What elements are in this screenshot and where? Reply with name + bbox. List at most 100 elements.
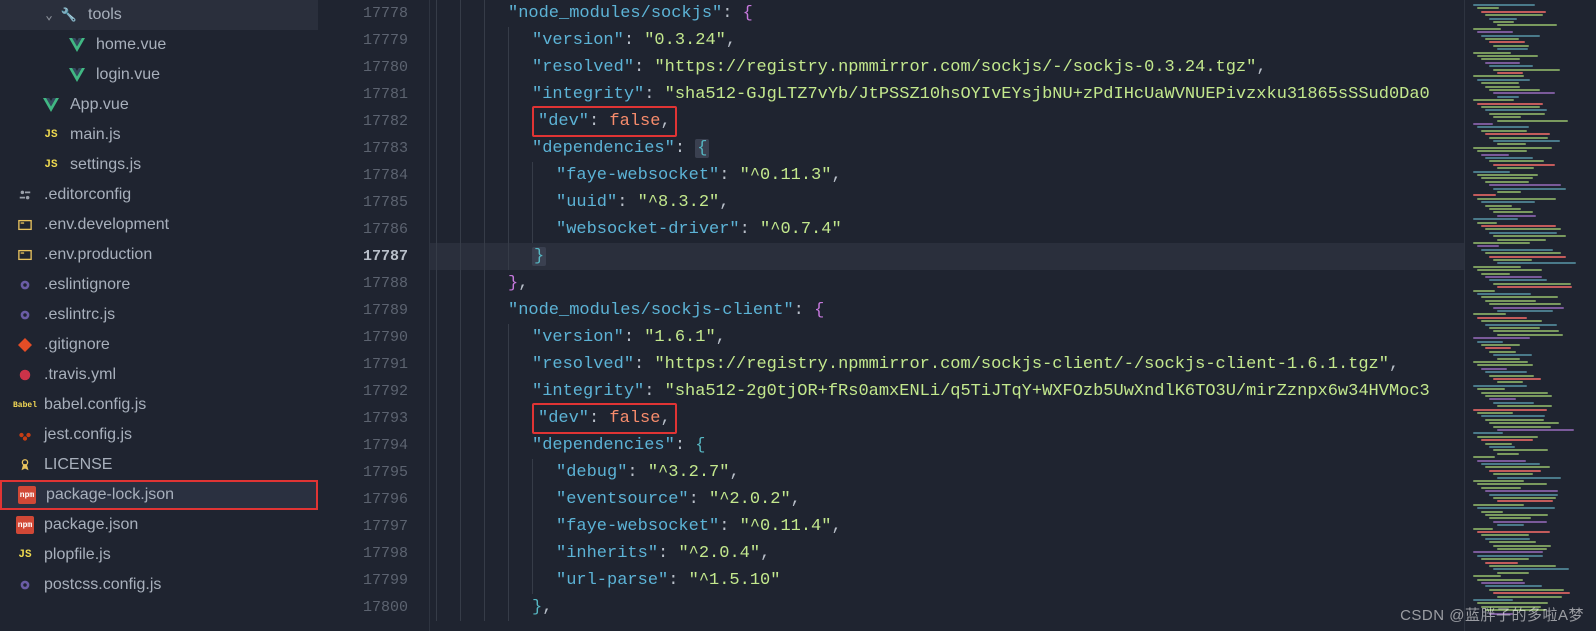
minimap-line xyxy=(1473,28,1501,30)
code-line[interactable]: "integrity": "sha512-2g0tjOR+fRs0amxENLi… xyxy=(430,378,1464,405)
file-tree-item-jest-config-js[interactable]: jest.config.js xyxy=(0,420,318,450)
minimap[interactable] xyxy=(1464,0,1596,631)
line-number[interactable]: 17787 xyxy=(318,243,408,270)
file-tree-item-home-vue[interactable]: home.vue xyxy=(0,30,318,60)
code-line[interactable]: "eventsource": "^2.0.2", xyxy=(430,486,1464,513)
minimap-line xyxy=(1489,446,1515,448)
line-number[interactable]: 17796 xyxy=(318,486,408,513)
file-tree-item-package-lock-json[interactable]: npmpackage-lock.json xyxy=(0,480,318,510)
code-line[interactable]: "dev": false, xyxy=(430,108,1464,135)
file-tree-item--gitignore[interactable]: .gitignore xyxy=(0,330,318,360)
code-line[interactable]: "dev": false, xyxy=(430,405,1464,432)
file-tree-item-tools[interactable]: ⌄🔧tools xyxy=(0,0,318,30)
file-tree-item-package-json[interactable]: npmpackage.json xyxy=(0,510,318,540)
line-number[interactable]: 17799 xyxy=(318,567,408,594)
minimap-line xyxy=(1497,381,1523,383)
code-line[interactable]: "node_modules/sockjs": { xyxy=(430,0,1464,27)
line-number[interactable]: 17781 xyxy=(318,81,408,108)
code-line[interactable]: "debug": "^3.2.7", xyxy=(430,459,1464,486)
file-tree-item--editorconfig[interactable]: .editorconfig xyxy=(0,180,318,210)
file-tree-item--env-production[interactable]: .env.production xyxy=(0,240,318,270)
line-number[interactable]: 17793 xyxy=(318,405,408,432)
file-explorer-sidebar[interactable]: ⌄🔧toolshome.vuelogin.vue App.vue JSmain.js… xyxy=(0,0,318,631)
line-number[interactable]: 17798 xyxy=(318,540,408,567)
file-tree-item-plopfile-js[interactable]: JS plopfile.js xyxy=(0,540,318,570)
line-number[interactable]: 17788 xyxy=(318,270,408,297)
minimap-line xyxy=(1485,181,1529,183)
file-tree-item-main-js[interactable]: JSmain.js xyxy=(0,120,318,150)
code-line[interactable]: }, xyxy=(430,594,1464,621)
code-line[interactable]: "dependencies": { xyxy=(430,432,1464,459)
minimap-line xyxy=(1493,92,1555,94)
line-number[interactable]: 17800 xyxy=(318,594,408,621)
minimap-line xyxy=(1489,494,1558,496)
code-line[interactable]: "faye-websocket": "^0.11.3", xyxy=(430,162,1464,189)
file-tree-item-settings-js[interactable]: JSsettings.js xyxy=(0,150,318,180)
minimap-line xyxy=(1497,24,1557,26)
line-number[interactable]: 17794 xyxy=(318,432,408,459)
highlight-box: "dev": false, xyxy=(532,106,677,137)
file-tree-item--env-development[interactable]: .env.development xyxy=(0,210,318,240)
line-number[interactable]: 17792 xyxy=(318,378,408,405)
minimap-line xyxy=(1489,541,1536,543)
minimap-line xyxy=(1497,453,1519,455)
code-line[interactable]: "version": "0.3.24", xyxy=(430,27,1464,54)
minimap-line xyxy=(1477,412,1513,414)
line-number[interactable]: 17784 xyxy=(318,162,408,189)
cfg-icon xyxy=(16,186,34,204)
file-tree-item--eslintrc-js[interactable]: .eslintrc.js xyxy=(0,300,318,330)
line-number[interactable]: 17779 xyxy=(318,27,408,54)
file-tree-item-babel-config-js[interactable]: Babelbabel.config.js xyxy=(0,390,318,420)
minimap-line xyxy=(1481,201,1535,203)
code-line[interactable]: "faye-websocket": "^0.11.4", xyxy=(430,513,1464,540)
line-number[interactable]: 17785 xyxy=(318,189,408,216)
line-number[interactable]: 17789 xyxy=(318,297,408,324)
minimap-line xyxy=(1489,422,1559,424)
gear-icon xyxy=(16,306,34,324)
minimap-line xyxy=(1489,398,1516,400)
code-line[interactable]: "inherits": "^2.0.4", xyxy=(430,540,1464,567)
minimap-line xyxy=(1477,317,1527,319)
watermark: CSDN @蓝胖子的多啦A梦 xyxy=(1400,604,1584,625)
line-number[interactable]: 17795 xyxy=(318,459,408,486)
code-editor[interactable]: "node_modules/sockjs": {"version": "0.3.… xyxy=(430,0,1464,631)
file-label: App.vue xyxy=(70,96,129,114)
file-tree-item-app-vue[interactable]: App.vue xyxy=(0,90,318,120)
file-tree-item-license[interactable]: LICENSE xyxy=(0,450,318,480)
line-number[interactable]: 17791 xyxy=(318,351,408,378)
code-line[interactable]: "node_modules/sockjs-client": { xyxy=(430,297,1464,324)
code-line[interactable]: "uuid": "^8.3.2", xyxy=(430,189,1464,216)
line-number[interactable]: 17782 xyxy=(318,108,408,135)
code-line[interactable]: }, xyxy=(430,270,1464,297)
minimap-line xyxy=(1493,21,1514,23)
code-line[interactable]: "integrity": "sha512-GJgLTZ7vYb/JtPSSZ10… xyxy=(430,81,1464,108)
line-number[interactable]: 17778 xyxy=(318,0,408,27)
minimap-line xyxy=(1497,215,1536,217)
minimap-line xyxy=(1477,436,1538,438)
code-line[interactable]: "resolved": "https://registry.npmmirror.… xyxy=(430,351,1464,378)
code-line[interactable]: } xyxy=(430,243,1464,270)
file-tree-item-postcss-config-js[interactable]: postcss.config.js xyxy=(0,570,318,600)
line-number[interactable]: 17783 xyxy=(318,135,408,162)
code-line[interactable]: "websocket-driver": "^0.7.4" xyxy=(430,216,1464,243)
minimap-line xyxy=(1481,249,1553,251)
line-number[interactable]: 17780 xyxy=(318,54,408,81)
file-tree-item-login-vue[interactable]: login.vue xyxy=(0,60,318,90)
minimap-line xyxy=(1485,300,1536,302)
minimap-line xyxy=(1473,147,1552,149)
line-number[interactable]: 17786 xyxy=(318,216,408,243)
minimap-line xyxy=(1485,324,1557,326)
code-line[interactable]: "url-parse": "^1.5.10" xyxy=(430,567,1464,594)
file-tree-item--eslintignore[interactable]: .eslintignore xyxy=(0,270,318,300)
env-icon xyxy=(16,216,34,234)
line-number[interactable]: 17790 xyxy=(318,324,408,351)
code-line[interactable]: "version": "1.6.1", xyxy=(430,324,1464,351)
code-line[interactable]: "dependencies": { xyxy=(430,135,1464,162)
minimap-line xyxy=(1473,575,1501,577)
file-label: plopfile.js xyxy=(44,546,111,564)
line-number[interactable]: 17797 xyxy=(318,513,408,540)
file-tree-item--travis-yml[interactable]: .travis.yml xyxy=(0,360,318,390)
code-line[interactable]: "resolved": "https://registry.npmmirror.… xyxy=(430,54,1464,81)
line-number-gutter[interactable]: 1777817779177801778117782177831778417785… xyxy=(318,0,430,631)
js-icon: JS xyxy=(16,546,34,564)
